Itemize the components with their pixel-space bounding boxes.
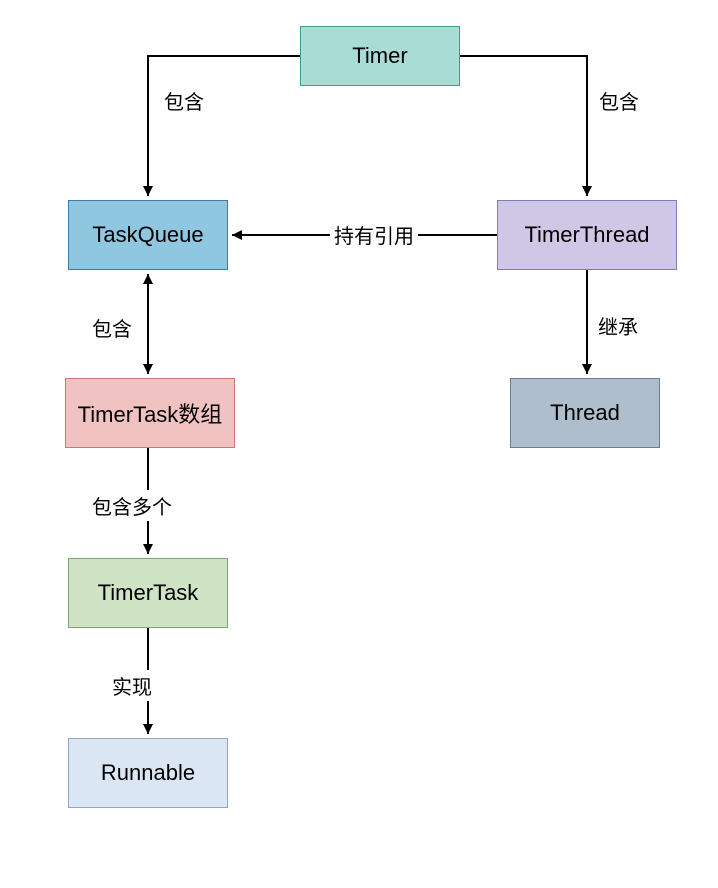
node-runnable: Runnable <box>68 738 228 808</box>
node-taskqueue-label: TaskQueue <box>92 222 203 248</box>
node-timertask: TimerTask <box>68 558 228 628</box>
node-timertaskarray: TimerTask数组 <box>65 378 235 448</box>
edge-label-timertaskarray-timertask: 包含多个 <box>88 490 176 521</box>
edge-label-timer-taskqueue: 包含 <box>160 85 208 116</box>
node-timertaskarray-label: TimerTask数组 <box>78 397 223 429</box>
edge-label-taskqueue-timertaskarray: 包含 <box>88 312 136 343</box>
node-thread-label: Thread <box>550 400 620 426</box>
node-timerthread-label: TimerThread <box>524 222 649 248</box>
edge-label-timerthread-taskqueue: 持有引用 <box>330 219 418 250</box>
node-runnable-label: Runnable <box>101 760 195 786</box>
edge-label-timer-timerthread: 包含 <box>595 85 643 116</box>
node-timer-label: Timer <box>352 43 407 69</box>
edge-label-timerthread-thread: 继承 <box>594 310 642 341</box>
node-timerthread: TimerThread <box>497 200 677 270</box>
node-taskqueue: TaskQueue <box>68 200 228 270</box>
node-timer: Timer <box>300 26 460 86</box>
edge-label-timertask-runnable: 实现 <box>108 670 156 701</box>
node-timertask-label: TimerTask <box>98 580 199 606</box>
node-thread: Thread <box>510 378 660 448</box>
